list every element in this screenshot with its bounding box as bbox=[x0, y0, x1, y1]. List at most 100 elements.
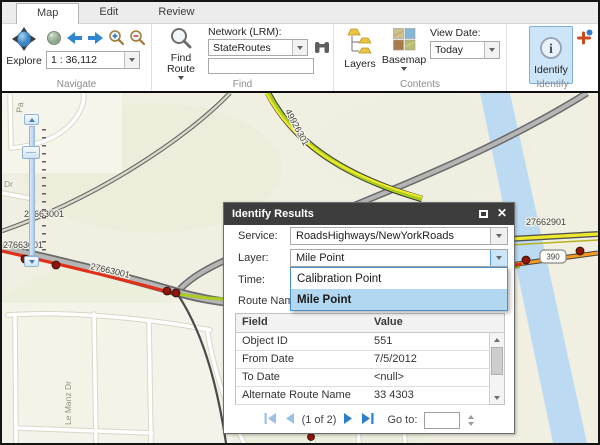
dropdown-option-mile-point[interactable]: Mile Point bbox=[291, 289, 507, 310]
basemap-label: Basemap bbox=[382, 54, 426, 66]
globe-icon[interactable] bbox=[46, 30, 62, 51]
identify-results-dialog: Identify Results ✕ Service: RoadsHighway… bbox=[223, 202, 515, 434]
find-route-label: Find Route bbox=[160, 53, 202, 75]
field-cell: To Date bbox=[236, 369, 368, 386]
zoom-out-icon[interactable] bbox=[129, 29, 146, 51]
service-dropdown-arrow[interactable] bbox=[490, 228, 507, 244]
layer-label: Layer: bbox=[238, 249, 269, 267]
table-row: From Date 7/5/2012 bbox=[236, 351, 489, 369]
service-value: RoadsHighways/NewYorkRoads bbox=[296, 228, 489, 244]
group-label-navigate: Navigate bbox=[2, 79, 151, 90]
view-date-dropdown-arrow[interactable] bbox=[484, 42, 499, 58]
view-date-combobox[interactable]: Today bbox=[430, 41, 500, 59]
table-row: To Date <null> bbox=[236, 369, 489, 387]
route-label-27662901: 27662901 bbox=[526, 217, 566, 227]
street-label-pa: Pa bbox=[14, 101, 25, 113]
dropdown-option-calibration-point[interactable]: Calibration Point bbox=[291, 268, 507, 289]
zoom-in-icon[interactable] bbox=[108, 29, 125, 51]
goto-label: Go to: bbox=[387, 414, 417, 426]
scale-value: 1 : 36,112 bbox=[51, 52, 123, 68]
layer-combobox[interactable]: Mile Point bbox=[290, 249, 508, 267]
value-cell: 33 4303 bbox=[368, 387, 488, 404]
group-label-contents: Contents bbox=[334, 79, 506, 90]
scrollbar-thumb[interactable] bbox=[491, 347, 503, 375]
goto-spinner[interactable] bbox=[468, 415, 474, 426]
table-row: Alternate Route Name 33 4303 bbox=[236, 387, 489, 405]
route-search-input[interactable] bbox=[208, 58, 314, 74]
route-shield-390: 390 bbox=[540, 250, 566, 263]
first-page-button[interactable] bbox=[264, 413, 277, 427]
previous-page-button[interactable] bbox=[284, 413, 295, 427]
binoculars-icon[interactable] bbox=[314, 40, 330, 59]
network-combobox[interactable]: StateRoutes bbox=[208, 39, 308, 56]
group-navigate: Explore bbox=[2, 24, 152, 91]
scrollbar-up-icon[interactable] bbox=[490, 333, 504, 346]
ribbon: Explore bbox=[2, 24, 598, 91]
view-date-value: Today bbox=[435, 42, 483, 58]
svg-text:390: 390 bbox=[546, 253, 560, 262]
pagination-bar: (1 of 2) Go to: bbox=[224, 409, 514, 431]
network-dropdown-arrow[interactable] bbox=[292, 40, 307, 55]
zoom-slider-handle[interactable] bbox=[22, 146, 40, 159]
tab-review[interactable]: Review bbox=[138, 3, 214, 23]
view-date-label: View Date: bbox=[430, 27, 481, 39]
explore-label: Explore bbox=[6, 55, 42, 67]
svg-text:i: i bbox=[549, 42, 553, 57]
maximize-icon[interactable] bbox=[479, 210, 488, 218]
scale-combobox[interactable]: 1 : 36,112 bbox=[46, 51, 140, 69]
attributes-table: Field Value Object ID 551 From Date 7/5/… bbox=[235, 313, 505, 405]
scrollbar-down-icon[interactable] bbox=[490, 391, 504, 404]
value-cell: 551 bbox=[368, 333, 488, 350]
dialog-title: Identify Results bbox=[232, 208, 314, 220]
layers-label: Layers bbox=[344, 58, 376, 70]
route-label-27663001-b: 27663001 bbox=[3, 240, 43, 250]
identify-route-tool-icon[interactable] bbox=[577, 29, 593, 50]
tab-map[interactable]: Map bbox=[16, 3, 79, 24]
identify-icon: i bbox=[538, 35, 564, 64]
back-arrow-icon[interactable] bbox=[66, 31, 83, 50]
forward-arrow-icon[interactable] bbox=[87, 31, 104, 50]
application-window: Map Edit Review Explore bbox=[0, 0, 600, 445]
table-row: Object ID 551 bbox=[236, 333, 489, 351]
dialog-titlebar[interactable]: Identify Results ✕ bbox=[224, 203, 514, 225]
find-route-button[interactable]: Find Route bbox=[160, 26, 202, 80]
zoom-slider-ticks bbox=[42, 129, 46, 253]
goto-page-input[interactable] bbox=[424, 412, 460, 429]
table-header: Field Value bbox=[236, 314, 504, 333]
layer-dropdown-list: Calibration Point Mile Point bbox=[290, 267, 508, 311]
layer-value: Mile Point bbox=[296, 250, 489, 266]
zoom-slider-up-button[interactable] bbox=[24, 114, 39, 125]
basemap-caret-icon bbox=[401, 67, 407, 71]
explore-icon bbox=[11, 26, 37, 55]
find-route-icon bbox=[169, 26, 193, 53]
tab-edit[interactable]: Edit bbox=[79, 3, 138, 23]
table-scrollbar[interactable] bbox=[489, 333, 504, 404]
last-page-button[interactable] bbox=[361, 413, 374, 427]
layer-dropdown-arrow[interactable] bbox=[490, 250, 507, 266]
service-combobox[interactable]: RoadsHighways/NewYorkRoads bbox=[290, 227, 508, 245]
field-cell: Object ID bbox=[236, 333, 368, 350]
value-cell: 7/5/2012 bbox=[368, 351, 488, 368]
close-icon[interactable]: ✕ bbox=[497, 206, 507, 220]
network-lrm-label: Network (LRM): bbox=[208, 26, 282, 38]
column-header-value: Value bbox=[368, 314, 488, 332]
group-identify: i Identify Identify bbox=[507, 24, 598, 91]
page-status: (1 of 2) bbox=[302, 414, 337, 426]
value-cell: <null> bbox=[368, 369, 488, 386]
street-label-dr: Dr bbox=[4, 179, 13, 189]
ribbon-tabstrip: Map Edit Review bbox=[2, 2, 598, 24]
layers-button[interactable]: Layers bbox=[342, 28, 378, 70]
field-cell: Alternate Route Name bbox=[236, 387, 368, 404]
layers-icon bbox=[347, 28, 373, 58]
zoom-slider-down-button[interactable] bbox=[24, 256, 39, 267]
street-label-le-manz-dr: Le Manz Dr bbox=[63, 381, 73, 425]
basemap-button[interactable]: Basemap bbox=[382, 28, 426, 71]
column-header-field: Field bbox=[236, 314, 368, 332]
group-find: Find Route Network (LRM): StateRoutes Fi… bbox=[152, 24, 334, 91]
next-page-button[interactable] bbox=[343, 413, 354, 427]
scale-dropdown-arrow[interactable] bbox=[124, 52, 139, 68]
time-label: Time: bbox=[238, 271, 265, 289]
explore-button[interactable]: Explore bbox=[4, 26, 44, 67]
service-label: Service: bbox=[238, 227, 278, 245]
identify-button[interactable]: i Identify bbox=[529, 26, 573, 84]
